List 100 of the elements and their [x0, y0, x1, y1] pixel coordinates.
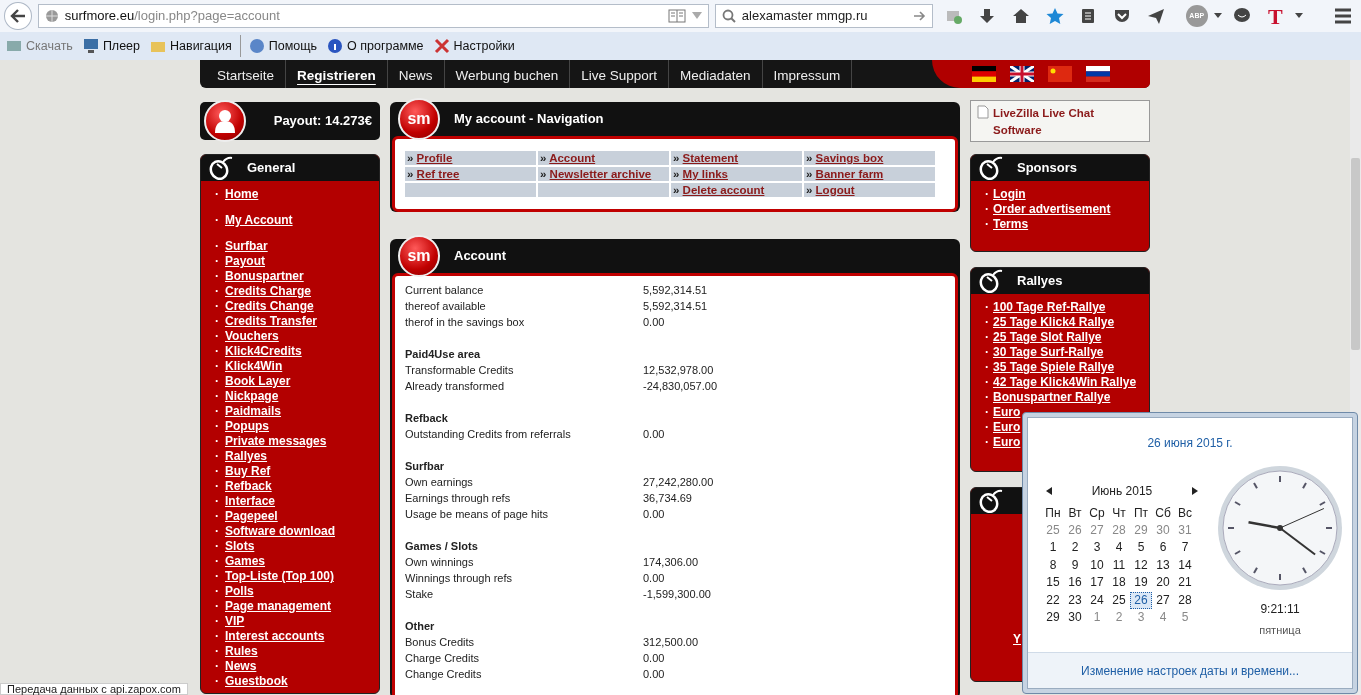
sidebar-link[interactable]: Polls	[225, 584, 254, 599]
address-field[interactable]: surfmore.eu/login.php?page=account	[37, 4, 709, 28]
flag-icon[interactable]	[1010, 66, 1034, 82]
sidebar-link[interactable]: Refback	[225, 479, 272, 494]
chat-icon[interactable]	[1232, 7, 1251, 25]
side-link[interactable]: Bonuspartner Rallye	[993, 390, 1111, 405]
sidebar-link[interactable]: Nickpage	[225, 389, 279, 404]
chat-banner[interactable]: LiveZilla Live Chat Software	[970, 100, 1150, 142]
sidebar-link[interactable]: Surfbar	[225, 239, 268, 254]
sidebar-link[interactable]: Credits Charge	[225, 284, 312, 299]
flag-icon[interactable]	[1086, 66, 1110, 82]
calendar-day[interactable]: 19	[1130, 574, 1152, 592]
side-link[interactable]: 25 Tage Klick4 Rallye	[993, 315, 1115, 330]
calendar-day[interactable]: 2	[1108, 609, 1130, 627]
sidebar-link[interactable]: Interest accounts	[225, 629, 325, 644]
calendar-day[interactable]: 1	[1042, 539, 1064, 557]
nav-tab[interactable]: Mediadaten	[668, 60, 763, 88]
calendar-day[interactable]: 28	[1108, 521, 1130, 539]
menu-icon[interactable]	[1334, 8, 1353, 24]
sidebar-link[interactable]: News	[225, 659, 257, 674]
pocket-icon[interactable]	[1113, 7, 1132, 25]
flag-icon[interactable]	[972, 66, 996, 82]
back-button[interactable]	[4, 2, 32, 30]
next-month-icon[interactable]	[1192, 487, 1198, 495]
date-heading[interactable]: 26 июня 2015 г.	[1028, 434, 1352, 452]
sidebar-link[interactable]: Rules	[225, 644, 258, 659]
nav-link[interactable]: Statement	[682, 152, 739, 164]
sidebar-link[interactable]: Popups	[225, 419, 269, 434]
sidebar-link[interactable]: Slots	[225, 539, 255, 554]
calendar-day[interactable]: 21	[1174, 574, 1196, 592]
send-icon[interactable]	[1146, 7, 1165, 25]
side-link[interactable]: Euro	[993, 435, 1021, 450]
calendar-day[interactable]: 18	[1108, 574, 1130, 592]
nav-tab[interactable]: Live Support	[570, 60, 669, 88]
side-link[interactable]: Y	[1013, 632, 1021, 647]
nav-tab[interactable]: Registrieren	[286, 60, 388, 88]
sidebar-link[interactable]: Interface	[225, 494, 276, 509]
sidebar-link[interactable]: Credits Change	[225, 299, 314, 314]
side-link[interactable]: 30 Tage Surf-Rallye	[993, 345, 1104, 360]
caret-icon[interactable]	[1213, 13, 1222, 19]
nav-link[interactable]: Banner farm	[815, 168, 884, 180]
sidebar-link[interactable]: Buy Ref	[225, 464, 271, 479]
sidebar-link[interactable]: Bonuspartner	[225, 269, 304, 284]
calendar-day[interactable]: 4	[1152, 609, 1174, 627]
nav-tab[interactable]: Impressum	[762, 60, 853, 88]
sidebar-link[interactable]: Guestbook	[225, 674, 288, 689]
calendar-day[interactable]: 16	[1064, 574, 1086, 592]
sidebar-link[interactable]: Book Layer	[225, 374, 291, 389]
calendar-day[interactable]: 28	[1174, 591, 1196, 609]
calendar-day[interactable]: 7	[1174, 539, 1196, 557]
nav-link[interactable]: Profile	[416, 152, 453, 164]
calendar-day[interactable]: 30	[1152, 521, 1174, 539]
bookmark-link[interactable]: Плеер	[80, 36, 142, 56]
side-link[interactable]: 100 Tage Ref-Rallye	[993, 300, 1106, 315]
nav-link[interactable]: My links	[682, 168, 728, 180]
calendar-day[interactable]: 25	[1108, 591, 1130, 609]
side-link[interactable]: Login	[993, 187, 1026, 202]
sidebar-link[interactable]: Klick4Win	[225, 359, 283, 374]
calendar-day[interactable]: 22	[1042, 591, 1064, 609]
nav-link[interactable]: Account	[549, 152, 596, 164]
side-link[interactable]: 25 Tage Slot Rallye	[993, 330, 1102, 345]
calendar-day[interactable]: 8	[1042, 556, 1064, 574]
sidebar-link[interactable]: Klick4Credits	[225, 344, 302, 359]
search-field[interactable]: alexamaster mmgp.ru	[714, 4, 934, 28]
calendar-day[interactable]: 1	[1086, 609, 1108, 627]
calendar-day[interactable]: 27	[1086, 521, 1108, 539]
calendar-day[interactable]: 24	[1086, 591, 1108, 609]
calendar-day[interactable]: 14	[1174, 556, 1196, 574]
calendar-day[interactable]: 5	[1174, 609, 1196, 627]
sidebar-link[interactable]: Paidmails	[225, 404, 282, 419]
calendar-day[interactable]: 2	[1064, 539, 1086, 557]
sidebar-link[interactable]: Pagepeel	[225, 509, 278, 524]
sidebar-link[interactable]: Software download	[225, 524, 335, 539]
calendar-day[interactable]: 13	[1152, 556, 1174, 574]
calendar-day[interactable]: 4	[1108, 539, 1130, 557]
calendar-day[interactable]: 3	[1130, 609, 1152, 627]
calendar-day[interactable]: 26	[1130, 591, 1152, 609]
calendar-day[interactable]: 26	[1064, 521, 1086, 539]
calendar-day[interactable]: 15	[1042, 574, 1064, 592]
side-link[interactable]: Terms	[993, 217, 1029, 232]
nav-tab[interactable]: Werbung buchen	[444, 60, 571, 88]
sidebar-link[interactable]: Private messages	[225, 434, 327, 449]
calendar-day[interactable]: 29	[1042, 609, 1064, 627]
nav-link[interactable]: Newsletter archive	[549, 168, 652, 180]
nav-link[interactable]: Delete account	[682, 184, 765, 196]
nav-link[interactable]: Ref tree	[416, 168, 460, 180]
calendar-day[interactable]: 30	[1064, 609, 1086, 627]
month-title[interactable]: Июнь 2015	[1091, 482, 1153, 500]
nav-link[interactable]: Savings box	[815, 152, 884, 164]
bookmark-link[interactable]: О программе	[325, 36, 426, 56]
bookmark-link[interactable]: Навигация	[148, 36, 234, 56]
nav-link[interactable]: Logout	[815, 184, 855, 196]
sidebar-link[interactable]: Top-Liste (Top 100)	[225, 569, 334, 584]
bookmark-link[interactable]: Настройки	[431, 36, 517, 56]
calendar-day[interactable]: 27	[1152, 591, 1174, 609]
sidebar-link[interactable]: Games	[225, 554, 266, 569]
sidebar-link[interactable]: Credits Transfer	[225, 314, 318, 329]
sidebar-link[interactable]: Payout	[225, 254, 265, 269]
sidebar-link[interactable]: VIP	[225, 614, 245, 629]
reader-view-icon[interactable]	[667, 9, 686, 23]
